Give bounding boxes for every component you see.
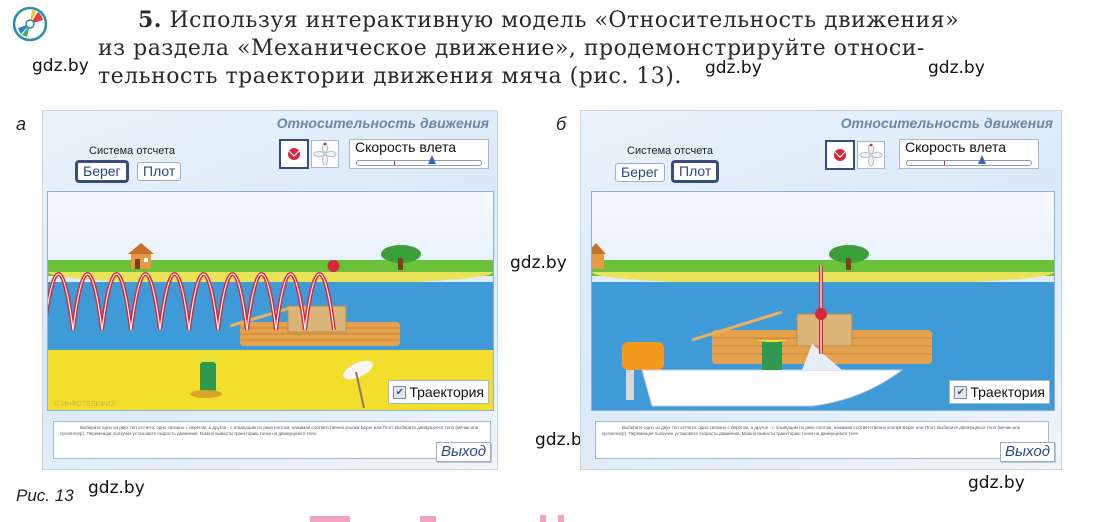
watermark: gdz.by: [705, 58, 762, 78]
trajectory-line: [48, 272, 336, 331]
next-section-heading-fragment: [300, 514, 600, 522]
shore-button[interactable]: Берег: [75, 160, 129, 183]
speed-slider-thumb[interactable]: [977, 155, 986, 164]
watermark: gdz.by: [32, 56, 89, 76]
speed-slider-track[interactable]: [906, 160, 1032, 166]
propeller-icon: [859, 143, 883, 167]
exit-button[interactable]: Выход: [999, 442, 1055, 462]
speed-control: Скорость влета: [899, 139, 1039, 169]
raft-button[interactable]: Плот: [137, 162, 182, 181]
task-number: 5.: [138, 7, 162, 33]
ball-tool-button[interactable]: [279, 139, 309, 169]
cd-icon: [12, 6, 48, 42]
exit-button[interactable]: Выход: [435, 442, 491, 462]
speed-slider-track[interactable]: [356, 160, 482, 166]
simulation-window-b: Относительность движения Система отсчета…: [580, 110, 1062, 470]
speed-control: Скорость влета: [349, 139, 489, 169]
raft-button[interactable]: Плот: [671, 160, 720, 183]
task-line-1: Используя интерактивную модель «Относите…: [169, 8, 960, 33]
ball: [327, 260, 340, 272]
instructions-text: Выберите одно из двух тел отсчета: одно …: [53, 421, 491, 459]
checkbox-check-icon: ✔: [393, 385, 407, 399]
checkbox-check-icon: ✔: [954, 385, 968, 399]
app-title: Относительность движения: [276, 115, 489, 131]
watermark: gdz.by: [88, 478, 145, 498]
ball-tool-button[interactable]: [825, 140, 855, 170]
task-line-3: тельность траектории движения мяча (рис.…: [98, 64, 682, 89]
watermark: gdz.by: [928, 58, 985, 78]
trajectory-path: [815, 266, 827, 354]
trajectory-checkbox[interactable]: ✔ Траектория: [388, 380, 489, 404]
propeller-icon: [313, 142, 337, 166]
ball-icon: [288, 148, 300, 160]
simulation-window-a: Относительность движения Система отсчета…: [42, 110, 498, 470]
panel-label-b: б: [556, 114, 567, 134]
reference-frame-label: Система отсчета: [89, 145, 176, 157]
simulation-stage: © ИНФОТЕЛЕФИЗ ✔ Траектория: [47, 191, 494, 411]
task-line-2: из раздела «Механическое движение», прод…: [98, 36, 925, 61]
propeller-tool-button[interactable]: [311, 140, 339, 168]
watermark: gdz.by: [968, 473, 1025, 493]
trajectory-label: Траектория: [970, 384, 1045, 400]
trajectory-label: Траектория: [409, 384, 484, 400]
app-title: Относительность движения: [840, 115, 1053, 131]
panel-label-a: а: [16, 114, 27, 134]
figure-caption: Рис. 13: [16, 486, 74, 505]
reference-frame-label: Система отсчета: [627, 145, 714, 157]
ball: [815, 308, 827, 320]
copyright: © ИНФОТЕЛЕФИЗ: [54, 401, 115, 408]
trajectory-path: [48, 260, 340, 331]
ball-icon: [834, 149, 846, 161]
speed-label: Скорость влета: [355, 139, 456, 155]
speed-label: Скорость влета: [905, 139, 1006, 155]
task-text: 5. Используя интерактивную модель «Относ…: [98, 6, 1018, 91]
shore-button[interactable]: Берег: [615, 163, 665, 182]
speed-slider-thumb[interactable]: [427, 155, 436, 164]
propeller-tool-button[interactable]: [857, 141, 885, 169]
trajectory-checkbox[interactable]: ✔ Траектория: [949, 380, 1050, 404]
watermark: gdz.by: [510, 253, 567, 273]
simulation-stage: ✔ Траектория: [591, 191, 1055, 411]
instructions-text: Выберите одно из двух тел отсчета: одно …: [595, 421, 1049, 459]
